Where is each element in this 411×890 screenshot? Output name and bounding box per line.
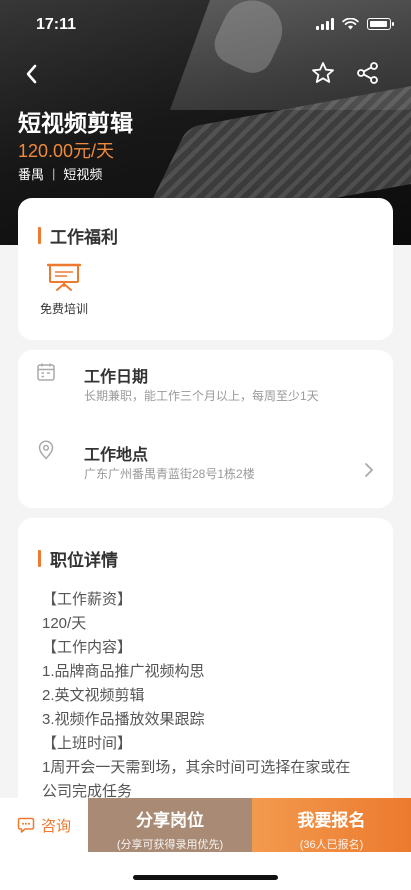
apply-label: 我要报名 xyxy=(297,811,366,830)
detail-line: 【上班时间】 xyxy=(42,735,133,752)
location-pin-icon xyxy=(38,440,54,460)
favorite-star-icon[interactable] xyxy=(310,60,336,86)
share-job-hint: (分享可获得录用优先) xyxy=(116,839,224,851)
benefit-item-training: 免费培训 xyxy=(32,262,96,317)
job-category: 短视频 xyxy=(63,167,103,182)
meta-separator: | xyxy=(52,166,56,181)
detail-line: 2.英文视频剪辑 xyxy=(42,687,145,704)
benefit-label: 免费培训 xyxy=(39,302,88,316)
share-job-label: 分享岗位 xyxy=(136,811,204,830)
consult-button[interactable]: 咨询 xyxy=(0,798,88,852)
apply-count: (36人已报名) xyxy=(299,839,364,851)
section-accent-bar xyxy=(38,227,41,244)
chevron-right-icon xyxy=(365,463,373,477)
job-title: 短视频剪辑 xyxy=(18,110,133,136)
detail-text: 【工作薪资】 120/天 【工作内容】 1.品牌商品推广视频构思 2.英文视频剪… xyxy=(42,588,373,804)
job-location: 番禺 xyxy=(18,167,45,182)
share-icon[interactable] xyxy=(355,60,381,86)
work-location-value: 广东广州番禺青蓝街28号1栋2楼 xyxy=(84,467,255,481)
chat-bubble-icon xyxy=(17,817,35,833)
status-time: 17:11 xyxy=(36,16,77,33)
home-indicator-area xyxy=(0,852,411,890)
work-date-value: 长期兼职，能工作三个月以上，每周至少1天 xyxy=(84,389,319,403)
job-detail-card: 职位详情 【工作薪资】 120/天 【工作内容】 1.品牌商品推广视频构思 2.… xyxy=(18,518,393,818)
status-icons xyxy=(316,18,394,30)
detail-line: 120/天 xyxy=(42,615,87,632)
battery-icon xyxy=(367,18,394,30)
job-salary: 120.00元/天 xyxy=(18,141,115,161)
benefits-title: 工作福利 xyxy=(50,228,118,247)
work-location-row[interactable]: 工作地点 广东广州番禺青蓝街28号1栋2楼 xyxy=(36,440,375,484)
work-location-title: 工作地点 xyxy=(84,447,149,464)
home-indicator[interactable] xyxy=(133,875,278,880)
detail-header: 职位详情 xyxy=(38,546,118,571)
work-date-title: 工作日期 xyxy=(84,369,149,386)
training-board-icon xyxy=(47,263,81,291)
wifi-icon xyxy=(342,18,359,30)
job-info-card: 工作日期 长期兼职，能工作三个月以上，每周至少1天 工作地点 广东广州番禺青蓝街… xyxy=(18,350,393,508)
detail-line: 【工作薪资】 xyxy=(42,591,133,608)
section-accent-bar xyxy=(38,550,41,567)
share-job-button[interactable]: 分享岗位 (分享可获得录用优先) xyxy=(88,798,252,852)
detail-line: 【工作内容】 xyxy=(42,639,133,656)
detail-line: 3.视频作品播放效果跟踪 xyxy=(42,711,205,728)
job-meta: 番禺 | 短视频 xyxy=(18,164,102,183)
consult-label: 咨询 xyxy=(40,817,71,835)
back-arrow-icon[interactable] xyxy=(18,60,46,88)
status-bar: 17:11 xyxy=(0,0,411,48)
signal-icon xyxy=(316,18,334,30)
detail-title: 职位详情 xyxy=(50,551,118,570)
bottom-action-bar: 咨询 分享岗位 (分享可获得录用优先) 我要报名 (36人已报名) xyxy=(0,798,411,852)
benefits-header: 工作福利 xyxy=(38,223,118,248)
detail-line: 1.品牌商品推广视频构思 xyxy=(42,663,205,680)
detail-line: 1周开会一天需到场，其余时间可选择在家或在 xyxy=(42,759,351,776)
benefits-card: 工作福利 免费培训 xyxy=(18,198,393,340)
calendar-icon xyxy=(37,363,55,381)
apply-button[interactable]: 我要报名 (36人已报名) xyxy=(252,798,411,852)
